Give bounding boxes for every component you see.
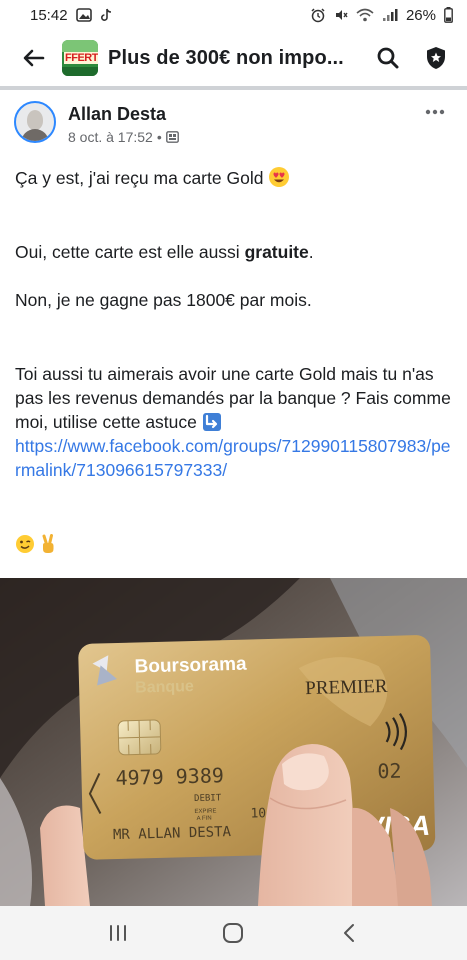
author-block: Allan Desta 8 oct. à 17:52 • xyxy=(68,100,179,145)
gallery-icon xyxy=(75,8,92,22)
admin-badge-button[interactable] xyxy=(419,41,453,75)
victory-hand-emoji xyxy=(42,534,54,553)
battery-icon xyxy=(444,7,453,23)
avatar-face xyxy=(27,110,43,130)
status-left: 15:42 xyxy=(30,7,112,24)
back-icon xyxy=(344,924,355,942)
post-meta: 8 oct. à 17:52 • xyxy=(68,129,179,145)
home-icon xyxy=(223,923,244,943)
card-bank-name: Boursorama xyxy=(134,654,247,678)
home-button[interactable] xyxy=(213,913,253,953)
card-holder: MR ALLAN DESTA xyxy=(113,824,232,843)
group-thumb-text: FFERT xyxy=(64,52,98,64)
more-dots-icon xyxy=(425,109,445,115)
card-debit: DEBIT xyxy=(194,793,222,804)
card-expire-label-2: A FIN xyxy=(197,816,212,822)
avatar[interactable] xyxy=(14,101,56,143)
group-thumb-bg-top xyxy=(62,40,98,52)
card-number: 4979 9389 xyxy=(115,763,224,790)
header-divider xyxy=(0,86,467,90)
post-line-2: Oui, cette carte est elle aussi gratuite… xyxy=(15,240,455,264)
author-name[interactable]: Allan Desta xyxy=(68,104,179,125)
post-body: Ça y est, j'ai reçu ma carte Gold Oui, c… xyxy=(15,166,455,556)
status-right: 26% xyxy=(310,7,453,24)
shield-star-icon xyxy=(427,47,445,69)
arrow-left-icon xyxy=(23,49,45,67)
card-number-end: 02 xyxy=(377,759,402,784)
post-photo[interactable]: Boursorama Banque PREMIER 4979 9389 02 D… xyxy=(0,578,467,906)
more-options-button[interactable] xyxy=(420,100,450,124)
status-bar: 15:42 26% xyxy=(0,0,467,30)
card-expire: 10 xyxy=(250,806,266,821)
app-bar: FFERT Plus de 300€ non impo... xyxy=(0,30,467,86)
post-emoji-line xyxy=(15,532,455,556)
group-photo-icon xyxy=(165,131,179,143)
post-line-4: Toi aussi tu aimerais avoir une carte Go… xyxy=(15,362,455,434)
card-tier: PREMIER xyxy=(305,676,388,699)
card-bank-sub: Banque xyxy=(135,678,194,697)
avatar-body xyxy=(21,129,49,141)
recent-apps-button[interactable] xyxy=(98,913,138,953)
group-thumbnail[interactable]: FFERT xyxy=(62,40,98,76)
signal-icon xyxy=(382,8,398,22)
wink-emoji xyxy=(16,535,34,553)
alarm-icon xyxy=(310,7,326,23)
mute-icon xyxy=(334,8,348,22)
group-thumb-bg-bottom xyxy=(62,67,98,76)
system-nav-bar xyxy=(0,906,467,960)
post-line-2-text: Oui, cette carte est elle aussi xyxy=(15,242,245,262)
card-photo-image: Boursorama Banque PREMIER 4979 9389 02 D… xyxy=(0,578,467,906)
post-link[interactable]: https://www.facebook.com/groups/71299011… xyxy=(15,434,455,482)
post-line-2-bold: gratuite xyxy=(244,242,309,262)
tiktok-icon xyxy=(100,8,112,22)
system-back-button[interactable] xyxy=(329,913,369,953)
search-icon xyxy=(377,47,399,69)
group-title[interactable]: Plus de 300€ non impo... xyxy=(108,47,357,70)
search-button[interactable] xyxy=(371,41,405,75)
back-button[interactable] xyxy=(18,42,50,74)
post-header: Allan Desta 8 oct. à 17:52 • xyxy=(14,100,454,152)
post-date[interactable]: 8 oct. à 17:52 xyxy=(68,129,153,145)
post-line-1-text: Ça y est, j'ai reçu ma carte Gold xyxy=(15,168,264,188)
post-line-1: Ça y est, j'ai reçu ma carte Gold xyxy=(15,166,455,190)
post-line-4-text: Toi aussi tu aimerais avoir une carte Go… xyxy=(15,364,451,432)
heart-eyes-emoji xyxy=(269,167,290,187)
post-line-3: Non, je ne gagne pas 1800€ par mois. xyxy=(15,290,312,310)
recent-apps-icon xyxy=(109,925,126,941)
arrow-down-right-emoji xyxy=(202,413,221,431)
battery-percent: 26% xyxy=(405,6,436,24)
meta-separator: • xyxy=(156,129,162,145)
post-line-2-end: . xyxy=(308,242,314,262)
status-time: 15:42 xyxy=(30,6,68,24)
card-expire-label-1: EXPIRE xyxy=(194,808,216,815)
wifi-icon xyxy=(356,8,374,22)
